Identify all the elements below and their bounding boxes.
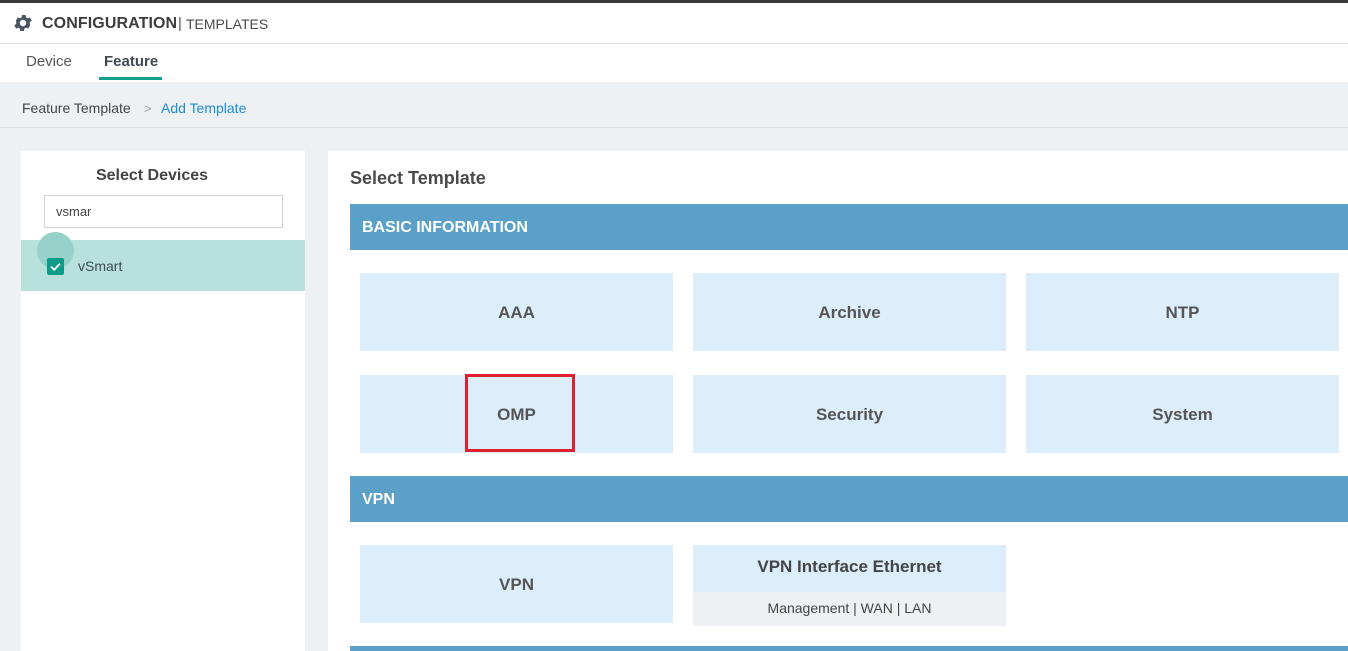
check-icon [50, 262, 61, 272]
tile-label: AAA [498, 303, 535, 322]
tile-label: VPN [499, 575, 534, 594]
device-search-input[interactable] [44, 195, 283, 228]
section-vpn: VPN [350, 476, 1348, 522]
select-devices-title: Select Devices [95, 167, 209, 184]
tab-bar: Device Feature [0, 44, 1348, 82]
tile-aaa[interactable]: AAA [360, 273, 673, 351]
tile-system[interactable]: System [1026, 375, 1339, 453]
breadcrumb-feature-template[interactable]: Feature Template [22, 100, 131, 116]
breadcrumb-add-template[interactable]: Add Template [161, 100, 246, 116]
page-title: CONFIGURATION [42, 15, 178, 32]
device-item-vsmart[interactable]: vSmart [21, 232, 305, 291]
tile-label: OMP [497, 405, 536, 424]
gear-icon [14, 15, 32, 31]
tab-device[interactable]: Device [26, 53, 72, 70]
tile-label: VPN Interface Ethernet [757, 557, 942, 576]
next-section-bar [350, 646, 1348, 651]
tile-security[interactable]: Security [693, 375, 1006, 453]
select-template-title: Select Template [350, 168, 486, 188]
breadcrumb-separator: > [144, 101, 152, 116]
tile-vpn-interface-ethernet[interactable]: VPN Interface Ethernet Management | WAN … [693, 545, 1006, 626]
tab-feature[interactable]: Feature [104, 53, 158, 70]
page-header: CONFIGURATION | TEMPLATES [0, 3, 1348, 44]
select-devices-panel: Select Devices vSmart [21, 151, 305, 651]
tile-subtitle: Management | WAN | LAN [767, 600, 932, 616]
breadcrumb: Feature Template > Add Template [0, 82, 1348, 128]
select-template-panel: Select Template BASIC INFORMATION AAA Ar… [328, 151, 1348, 651]
tile-omp[interactable]: OMP [360, 375, 673, 453]
tile-label: NTP [1165, 303, 1200, 322]
tile-label: Security [815, 405, 884, 424]
title-separator: | [178, 15, 182, 32]
section-label: BASIC INFORMATION [362, 219, 528, 236]
tile-label: System [1152, 405, 1213, 424]
device-label: vSmart [78, 258, 123, 274]
tile-header: VPN Interface Ethernet [693, 545, 1006, 592]
tile-archive[interactable]: Archive [693, 273, 1006, 351]
page-subtitle: TEMPLATES [186, 16, 269, 32]
section-basic-information: BASIC INFORMATION [350, 204, 1348, 250]
section-label: VPN [362, 491, 395, 508]
device-checkbox[interactable] [47, 258, 64, 275]
tile-vpn[interactable]: VPN [360, 545, 673, 623]
active-tab-indicator [99, 77, 162, 80]
tile-ntp[interactable]: NTP [1026, 273, 1339, 351]
tile-label: Archive [818, 303, 881, 322]
